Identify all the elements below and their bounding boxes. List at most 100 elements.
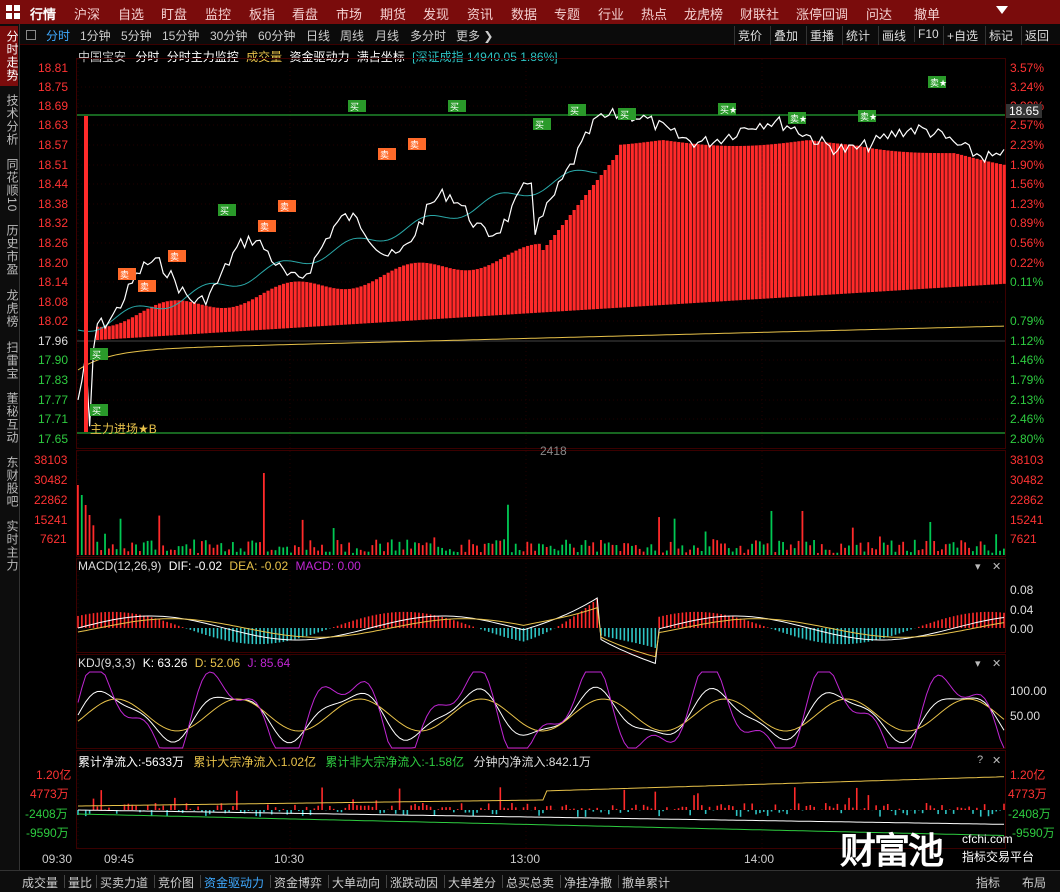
fund-bar [220, 308, 223, 332]
volume-bar [220, 543, 222, 555]
volume-bar [290, 553, 292, 555]
fund-bar [491, 263, 494, 315]
bottom-tab-volume-ratio[interactable]: 量比 [68, 874, 92, 891]
kdj-title[interactable]: KDJ(9,3,3) [78, 656, 135, 670]
fund-bar [693, 144, 696, 303]
bottom-tab-big-diff[interactable]: 大单差分 [448, 874, 496, 891]
volume-bar [782, 542, 784, 555]
volume-bar [267, 552, 269, 555]
fund-bar [890, 151, 893, 291]
flow-bar [937, 810, 939, 814]
volume-bar [732, 552, 734, 555]
volume-bar [623, 543, 625, 555]
fund-bar [685, 143, 688, 304]
macd-bar [910, 628, 912, 630]
close-icon[interactable]: ✕ [992, 560, 1001, 573]
bottom-tab-fund-game[interactable]: 资金博弈 [274, 874, 322, 891]
macd-bar [174, 624, 176, 628]
flow-nonbig-value: 累计非大宗净流入:-1.58亿 [325, 755, 464, 769]
bottom-tab-auction-chart[interactable]: 竞价图 [158, 874, 194, 891]
flow-tick: 4773万 [30, 785, 69, 802]
fund-bar [879, 149, 882, 291]
bottom-tab-net-cancel[interactable]: 净挂净撤 [564, 874, 612, 891]
fund-bar [728, 146, 731, 301]
macd-tick: 0.00 [1010, 622, 1033, 636]
flow-bar [654, 792, 656, 810]
macd-bar [488, 628, 490, 632]
macd-bar [992, 612, 994, 628]
flow-bar [709, 807, 711, 810]
macd-bar [922, 626, 924, 628]
macd-bar [317, 628, 319, 632]
macd-histogram [77, 599, 1005, 648]
fund-bar [820, 142, 823, 295]
macd-bar [786, 628, 788, 634]
macd-bar [190, 628, 192, 630]
volume-bar [836, 553, 838, 555]
fund-bar [956, 154, 959, 287]
fund-bar [735, 146, 738, 300]
trade-signal-label: 卖★ [790, 114, 807, 125]
help-icon[interactable]: ? [977, 754, 983, 766]
macd-bar [228, 628, 230, 641]
fund-bar [255, 297, 258, 330]
flow-bar [651, 809, 653, 810]
volume-bar [577, 552, 579, 555]
macd-title[interactable]: MACD(12,26,9) [78, 559, 161, 573]
macd-bar [438, 616, 440, 628]
bottom-tab-change-cause[interactable]: 涨跌动因 [390, 874, 438, 891]
fund-bar [305, 282, 308, 327]
macd-bar [864, 628, 866, 642]
volume-bar [755, 540, 757, 555]
fund-bar [604, 170, 607, 309]
bottom-tab-buy-sell-force[interactable]: 买卖力道 [100, 874, 148, 891]
macd-bar [682, 613, 684, 628]
fund-bar [259, 295, 262, 330]
trade-signal-label: 卖 [410, 140, 419, 151]
flow-bar [426, 805, 428, 810]
flow-bar [778, 810, 780, 813]
flow-bar [922, 810, 924, 813]
fund-bar [286, 283, 289, 328]
volume-bar [402, 550, 404, 555]
fund-bar [123, 321, 126, 338]
fund-bar [708, 145, 711, 302]
bottom-tab-fund-drive[interactable]: 资金驱动力 [204, 874, 264, 891]
kdj-tick: 100.00 [1010, 684, 1047, 698]
fund-bar [638, 143, 641, 307]
volume-bar [666, 551, 668, 555]
chevron-down-icon[interactable]: ▾ [975, 560, 981, 573]
flow-bar [399, 789, 401, 810]
bottom-tab-cancel-accum[interactable]: 撤单累计 [622, 874, 670, 891]
bottom-tab-total-bs[interactable]: 总买总卖 [506, 874, 554, 891]
flow-bar [685, 807, 687, 810]
volume-tick-right: 22862 [1010, 493, 1043, 507]
volume-bar [763, 544, 765, 555]
bottom-layout-button[interactable]: 布局 [1022, 874, 1046, 891]
chevron-down-icon[interactable]: ▾ [975, 657, 981, 670]
macd-bar [829, 628, 831, 644]
close-icon[interactable]: ✕ [992, 657, 1001, 670]
flow-bar [457, 809, 459, 810]
macd-bar [124, 612, 126, 628]
close-icon[interactable]: ✕ [992, 754, 1001, 767]
flow-bar [782, 810, 784, 811]
flow-bar [348, 804, 350, 810]
volume-bar [530, 544, 532, 555]
macd-bar [391, 612, 393, 628]
volume-bar [348, 543, 350, 555]
flow-bar [972, 810, 974, 814]
flow-bar [341, 810, 343, 812]
macd-bar [531, 628, 533, 639]
bottom-tab-big-order[interactable]: 大单动向 [332, 874, 380, 891]
flow-bar [569, 809, 571, 810]
macd-bar [685, 612, 687, 628]
volume-bar [526, 542, 528, 555]
bottom-indicator-button[interactable]: 指标 [976, 874, 1000, 891]
watermark-site: cfchi.com [962, 832, 1013, 846]
volume-bar [240, 548, 242, 555]
flow-bar [701, 805, 703, 810]
volume-bar [631, 546, 633, 555]
bottom-tab-volume[interactable]: 成交量 [22, 874, 58, 891]
volume-bar [228, 549, 230, 555]
